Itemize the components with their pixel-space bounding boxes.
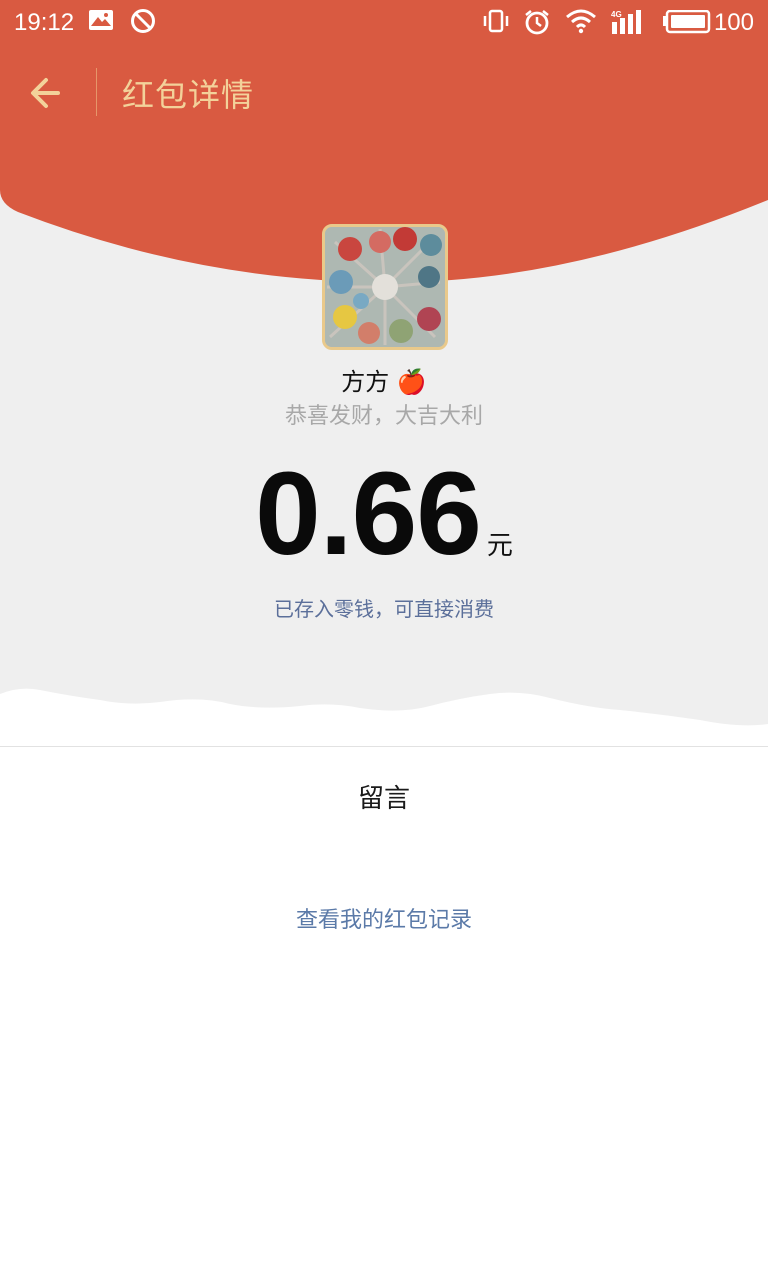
navigation-bar: 红包详情 bbox=[0, 48, 768, 138]
alarm-icon bbox=[523, 8, 551, 42]
message-section-label[interactable]: 留言 bbox=[0, 778, 768, 815]
gallery-notification-icon bbox=[88, 8, 114, 38]
torn-paper-edge bbox=[0, 688, 768, 750]
sender-name-line: 方方 🍎 bbox=[0, 362, 768, 397]
avatar-image bbox=[325, 227, 445, 347]
greeting-message: 恭喜发财，大吉大利 bbox=[284, 404, 483, 429]
wifi-icon bbox=[565, 8, 597, 40]
back-button[interactable] bbox=[22, 70, 72, 116]
vibrate-icon bbox=[482, 8, 510, 40]
network-type-label: 4G bbox=[611, 10, 622, 19]
page-title: 红包详情 bbox=[122, 76, 255, 114]
amount-unit: 元 bbox=[486, 531, 513, 561]
do-not-disturb-icon bbox=[130, 8, 156, 40]
sender-name: 方方 bbox=[341, 368, 390, 396]
arrow-left-icon bbox=[31, 78, 60, 108]
view-red-packet-records-link[interactable]: 查看我的红包记录 bbox=[0, 902, 768, 934]
signal-icon: 4G bbox=[610, 8, 650, 42]
amount-display: 0.66 元 bbox=[0, 455, 768, 573]
section-divider bbox=[0, 746, 768, 747]
battery-icon bbox=[662, 9, 712, 40]
status-bar: 19:12 4G 100 bbox=[0, 0, 768, 44]
status-time: 19:12 bbox=[14, 9, 75, 36]
nav-divider bbox=[96, 68, 97, 116]
apple-emoji-icon: 🍎 bbox=[396, 368, 427, 396]
battery-level: 100 bbox=[713, 9, 754, 36]
stored-to-balance-link[interactable]: 已存入零钱，可直接消费 bbox=[0, 593, 768, 622]
sender-avatar[interactable] bbox=[322, 224, 448, 350]
amount-value: 0.66 bbox=[255, 448, 482, 580]
